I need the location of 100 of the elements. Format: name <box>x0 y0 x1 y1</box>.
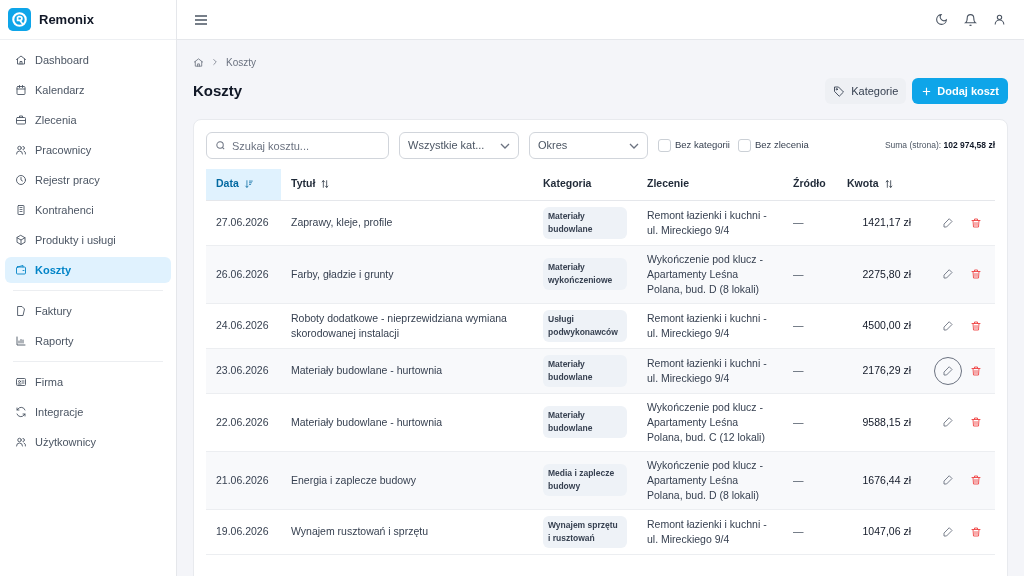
source-cell: — <box>783 451 837 509</box>
trash-icon <box>970 364 982 377</box>
delete-button[interactable] <box>970 216 982 229</box>
search-field[interactable]: Szukaj kosztu... <box>206 132 389 159</box>
order-cell: Remont łazienki i kuchni - ul. Mireckiego 9/4 <box>637 303 783 348</box>
sidebar-item[interactable]: Kontrahenci <box>5 197 171 223</box>
sort-icon <box>883 179 894 190</box>
notifications-icon[interactable] <box>964 12 977 27</box>
pencil-icon <box>942 268 954 280</box>
delete-button[interactable] <box>970 319 982 332</box>
delete-button[interactable] <box>970 474 982 486</box>
categories-button[interactable]: Kategorie <box>825 78 907 104</box>
category-badge: Materiały budowlane <box>543 406 627 438</box>
column-header[interactable]: Kwota <box>837 169 921 200</box>
category-select[interactable]: Wszystkie kat... <box>399 132 519 159</box>
category-badge: Wynajem sprzętu i rusztowań <box>543 515 627 548</box>
sidebar-item[interactable]: Użytkownicy <box>5 429 171 455</box>
pencil-icon <box>942 216 954 229</box>
trash-icon <box>970 474 982 486</box>
order-cell: Remont łazienki i kuchni - ul. Mireckiego 9/4 <box>637 200 783 245</box>
menu-icon[interactable] <box>195 14 207 25</box>
sidebar-item[interactable]: Dashboard <box>5 47 171 73</box>
pencil-icon <box>942 416 954 428</box>
category-badge: Media i zaplecze budowy <box>543 464 627 496</box>
sidebar-item[interactable]: Faktury <box>5 298 171 324</box>
title-cell: Energia i zaplecze budowy <box>281 451 533 509</box>
sidebar-item[interactable]: Rejestr pracy <box>5 167 171 193</box>
title-cell: Farby, gładzie i grunty <box>281 245 533 303</box>
sidebar-item[interactable]: Zlecenia <box>5 107 171 133</box>
title-cell: Materiały budowlane - hurtownia <box>281 348 533 393</box>
source-cell: — <box>783 348 837 393</box>
column-header: Źródło <box>783 169 837 200</box>
delete-button[interactable] <box>970 416 982 428</box>
logo-icon <box>8 8 31 31</box>
pencil-icon <box>942 474 954 486</box>
plus-icon <box>921 85 933 97</box>
moon-icon[interactable] <box>935 13 948 26</box>
trash-icon <box>970 416 982 428</box>
column-header[interactable]: Tytuł <box>281 169 533 200</box>
amount-cell: 2275,80 zł <box>837 245 921 303</box>
home-icon <box>193 56 204 68</box>
id-card-icon <box>15 376 27 388</box>
delete-button[interactable] <box>970 268 982 280</box>
delete-button[interactable] <box>970 525 982 538</box>
date-cell: 24.06.2026 <box>206 303 281 348</box>
box-icon <box>15 234 27 246</box>
column-header: Kategoria <box>533 169 637 200</box>
date-cell: 19.06.2026 <box>206 509 281 554</box>
order-cell: Wykończenie pod klucz - Apartamenty Leśna Polana, bud. C (12 lokali) <box>637 393 783 451</box>
amount-cell: 9588,15 zł <box>837 393 921 451</box>
sidebar-item[interactable]: Integracje <box>5 399 171 425</box>
pencil-icon <box>942 319 954 332</box>
sort-descending-icon <box>243 179 254 190</box>
pencil-icon <box>942 525 954 538</box>
delete-button[interactable] <box>970 364 982 377</box>
date-cell: 21.06.2026 <box>206 451 281 509</box>
sidebar-item[interactable]: Raporty <box>5 328 171 354</box>
breadcrumb-link[interactable]: Koszty <box>226 54 256 70</box>
invoice-icon <box>15 305 27 317</box>
title-cell: Materiały budowlane - hurtownia <box>281 393 533 451</box>
category-badge: Materiały budowlane <box>543 354 627 387</box>
order-cell: Remont łazienki i kuchni - ul. Mireckiego 9/4 <box>637 348 783 393</box>
source-cell: — <box>783 393 837 451</box>
date-cell: 27.06.2026 <box>206 200 281 245</box>
category-badge: Materiały budowlane <box>543 206 627 239</box>
home-icon <box>15 54 27 66</box>
sidebar-item[interactable]: Kalendarz <box>5 77 171 103</box>
checkbox[interactable] <box>737 139 751 152</box>
user-icon[interactable] <box>993 13 1006 26</box>
refresh-icon <box>15 406 27 418</box>
order-cell: Wykończenie pod klucz - Apartamenty Leśna Polana, bud. D (8 lokali) <box>637 451 783 509</box>
chevron-right-icon <box>210 57 220 67</box>
order-cell: Wykończenie pod klucz - Apartamenty Leśna Polana, bud. D (8 lokali) <box>637 245 783 303</box>
source-cell: — <box>783 200 837 245</box>
sidebar-item[interactable]: Produkty i usługi <box>5 227 171 253</box>
date-cell: 23.06.2026 <box>206 348 281 393</box>
sidebar-item[interactable]: Koszty <box>5 257 171 283</box>
date-cell: 22.06.2026 <box>206 393 281 451</box>
amount-cell: 2176,29 zł <box>837 348 921 393</box>
trash-icon <box>970 268 982 280</box>
pencil-icon <box>942 364 954 377</box>
sidebar-item[interactable]: Firma <box>5 369 171 395</box>
sidebar-item[interactable]: Pracownicy <box>5 137 171 163</box>
title-cell: Roboty dodatkowe - nieprzewidziana wymiana skorodowanej instalacji <box>281 303 533 348</box>
period-select[interactable]: Okres <box>529 132 648 159</box>
trash-icon <box>970 525 982 538</box>
users-icon <box>15 144 27 156</box>
category-badge: Materiały wykończeniowe <box>543 258 627 290</box>
source-cell: — <box>783 509 837 554</box>
amount-cell: 1421,17 zł <box>837 200 921 245</box>
checkbox[interactable] <box>658 139 671 152</box>
amount-cell: 1047,06 zł <box>837 509 921 554</box>
wallet-icon <box>15 264 27 276</box>
calendar-icon <box>15 84 27 96</box>
page-title: Koszty <box>193 80 243 101</box>
title-cell: Wynajem rusztowań i sprzętu <box>281 509 533 554</box>
amount-cell: 4500,00 zł <box>837 303 921 348</box>
trash-icon <box>970 216 982 229</box>
column-header[interactable]: Data <box>206 169 281 200</box>
search-icon <box>215 140 226 151</box>
